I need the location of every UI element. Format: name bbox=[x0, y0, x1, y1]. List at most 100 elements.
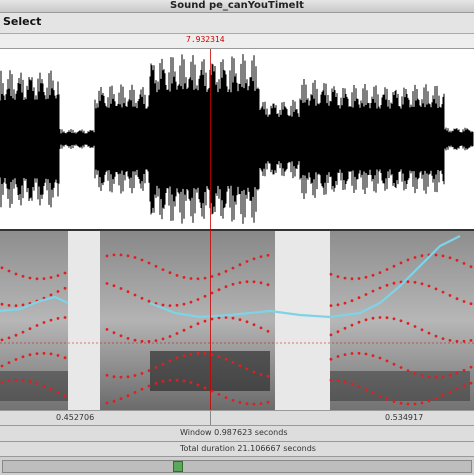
formant-dot bbox=[252, 402, 256, 406]
formant-dot bbox=[441, 337, 445, 340]
formant-dot bbox=[350, 299, 354, 303]
formant-dot bbox=[147, 299, 151, 303]
formant-dot bbox=[378, 271, 382, 274]
time-split bbox=[210, 411, 211, 425]
formant-dot bbox=[378, 286, 382, 290]
formant-dot bbox=[63, 271, 67, 275]
formant-dot bbox=[259, 255, 263, 258]
formant-dot bbox=[357, 320, 361, 324]
formant-dot bbox=[238, 318, 242, 321]
formant-dot bbox=[0, 338, 4, 342]
formant-dot bbox=[329, 272, 333, 276]
formant-dot bbox=[406, 322, 410, 325]
formant-dot bbox=[266, 283, 270, 287]
formant-dot bbox=[175, 378, 179, 382]
formant-dot bbox=[210, 275, 214, 278]
formant-dot bbox=[7, 304, 11, 307]
formant-dot bbox=[427, 375, 431, 379]
formant-dot bbox=[371, 273, 375, 277]
formant-dot bbox=[133, 391, 137, 394]
formant-dot bbox=[189, 325, 193, 329]
formant-dot bbox=[329, 378, 333, 382]
window-bar[interactable]: Window 0.987623 seconds bbox=[0, 425, 474, 441]
horizontal-scrollbar[interactable] bbox=[2, 460, 472, 473]
formant-dot bbox=[28, 276, 32, 280]
formant-dot bbox=[175, 303, 179, 307]
formant-dot bbox=[63, 286, 67, 290]
formant-dot bbox=[154, 366, 158, 369]
sound-editor-canvas[interactable]: 7.932314 bbox=[0, 34, 474, 410]
formant-dot bbox=[336, 330, 340, 334]
formant-dot bbox=[182, 276, 186, 279]
formant-dot bbox=[448, 294, 452, 297]
formant-dot bbox=[161, 303, 165, 307]
formant-dot bbox=[441, 393, 445, 397]
formant-dot bbox=[203, 294, 207, 298]
formant-dot bbox=[413, 280, 417, 284]
formant-dot bbox=[455, 387, 459, 391]
formant-dot bbox=[147, 384, 151, 388]
spectrogram-panel[interactable] bbox=[0, 231, 474, 410]
formant-dot bbox=[28, 353, 32, 357]
formant-dot bbox=[399, 366, 403, 369]
scroll-bar-area bbox=[0, 456, 474, 475]
formant-dot bbox=[238, 263, 242, 267]
formant-dot bbox=[364, 293, 368, 296]
formant-dot bbox=[259, 326, 263, 330]
formant-dot bbox=[133, 374, 137, 377]
formant-dot bbox=[119, 375, 123, 379]
formant-dot bbox=[399, 261, 403, 265]
formant-dot bbox=[231, 360, 235, 364]
formant-dot bbox=[252, 280, 256, 284]
formant-dot bbox=[399, 319, 403, 323]
formant-dot bbox=[203, 319, 207, 323]
formant-dot bbox=[462, 339, 466, 343]
formant-dot bbox=[455, 297, 459, 301]
formant-dot bbox=[63, 316, 67, 319]
formant-dot bbox=[7, 269, 11, 273]
formant-dot bbox=[469, 265, 473, 269]
select-menu[interactable]: Select bbox=[3, 15, 41, 28]
formant-dot bbox=[343, 276, 347, 280]
formant-dot bbox=[119, 397, 123, 401]
formant-dot bbox=[364, 352, 368, 356]
formant-dot bbox=[203, 276, 207, 280]
formant-dot bbox=[196, 298, 200, 301]
total-bar[interactable]: Total duration 21.106667 seconds bbox=[0, 441, 474, 456]
formant-dot bbox=[49, 293, 53, 297]
formant-dot bbox=[266, 400, 270, 404]
formant-dot bbox=[56, 317, 60, 320]
formant-dot bbox=[238, 281, 242, 284]
formant-dot bbox=[350, 323, 354, 327]
formant-dot bbox=[399, 401, 403, 405]
formant-dot bbox=[406, 280, 410, 284]
formant-dot bbox=[336, 355, 340, 358]
formant-dot bbox=[224, 269, 228, 273]
formant-dot bbox=[364, 318, 368, 322]
formant-dot bbox=[140, 339, 144, 343]
formant-dot bbox=[224, 316, 228, 319]
formant-dot bbox=[168, 378, 172, 382]
formant-dot bbox=[420, 328, 424, 332]
formant-dot bbox=[196, 351, 200, 355]
formant-dot bbox=[35, 352, 39, 355]
formant-dot bbox=[63, 356, 67, 360]
formant-dot bbox=[147, 261, 151, 265]
formant-dot bbox=[462, 300, 466, 303]
formant-dot bbox=[350, 382, 354, 386]
formant-dot bbox=[126, 394, 130, 398]
formant-dot bbox=[35, 277, 39, 281]
formant-dot bbox=[210, 291, 214, 295]
formant-dot bbox=[28, 380, 32, 383]
waveform-svg bbox=[0, 54, 474, 224]
formant-dot bbox=[105, 401, 109, 405]
formant-dot bbox=[343, 326, 347, 330]
formant-dot bbox=[63, 394, 67, 398]
formant-dot bbox=[455, 258, 459, 262]
waveform-panel[interactable] bbox=[0, 49, 474, 229]
formant-dot bbox=[217, 272, 221, 276]
time-bar[interactable]: 0.452706 0.534917 bbox=[0, 410, 474, 425]
formant-dot bbox=[210, 353, 214, 356]
scroll-thumb-icon[interactable] bbox=[173, 461, 183, 472]
formant-dot bbox=[56, 391, 60, 394]
